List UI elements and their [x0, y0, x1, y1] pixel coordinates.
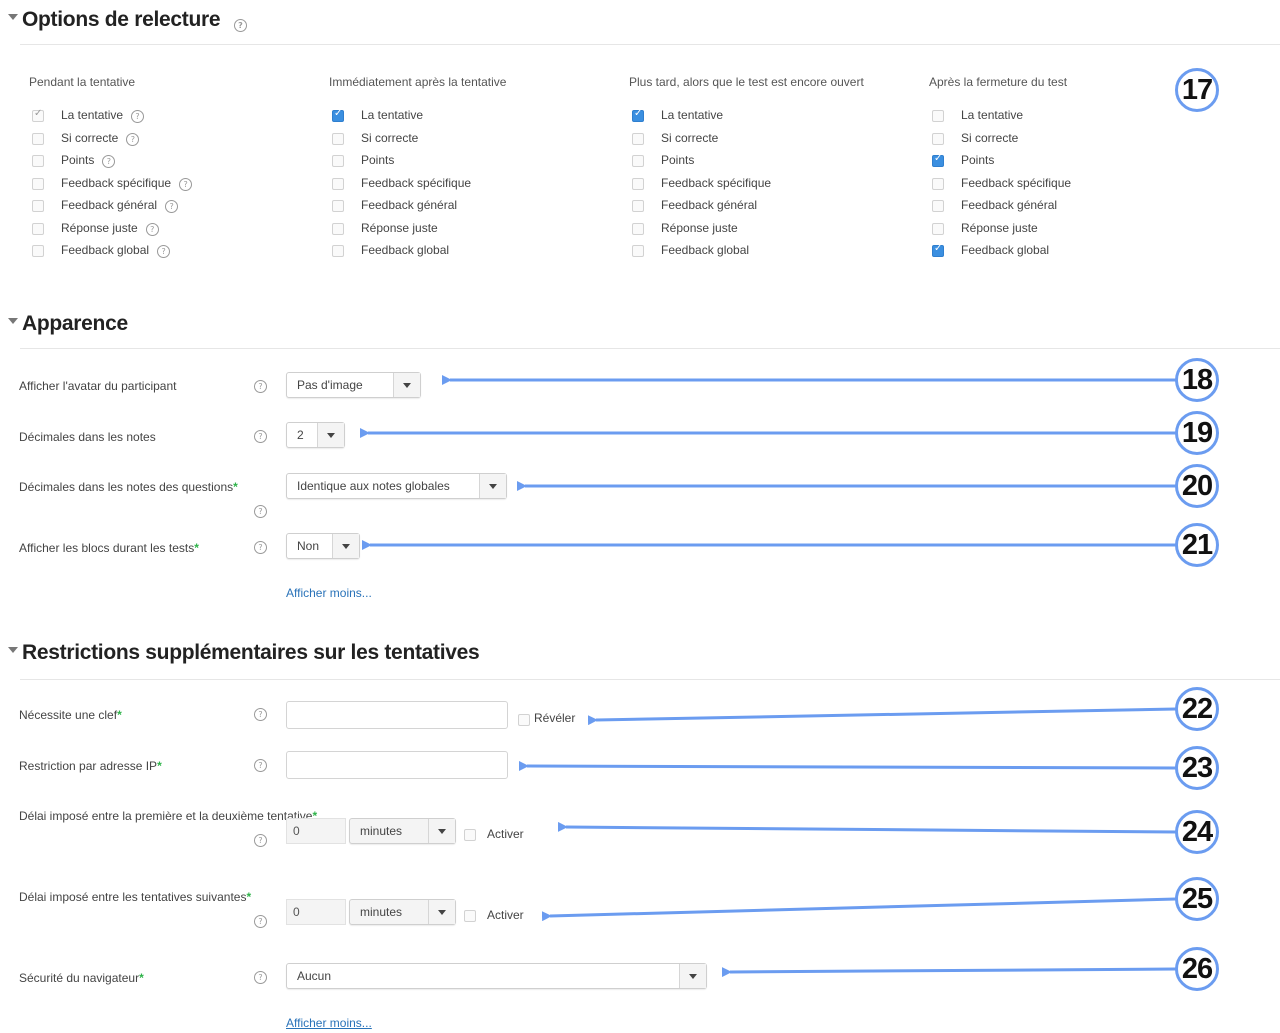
callout-badge-26: 26 [1175, 947, 1219, 991]
callout-badge-18: 18 [1175, 358, 1219, 402]
arrow-23 [518, 760, 1177, 771]
callout-badge-23: 23 [1175, 746, 1219, 790]
callout-badge-25: 25 [1175, 877, 1219, 921]
arrow-25 [541, 897, 1177, 922]
annotation-arrows [360, 375, 1177, 978]
callout-badge-22: 22 [1175, 687, 1219, 731]
callout-badge-20: 20 [1175, 464, 1219, 508]
callout-badge-19: 19 [1175, 411, 1219, 455]
arrow-24 [557, 821, 1177, 834]
arrow-26 [721, 967, 1177, 978]
callout-badge-17: 17 [1175, 68, 1219, 112]
callout-badge-21: 21 [1175, 523, 1219, 567]
callout-badge-24: 24 [1175, 810, 1219, 854]
arrow-22 [587, 707, 1177, 726]
